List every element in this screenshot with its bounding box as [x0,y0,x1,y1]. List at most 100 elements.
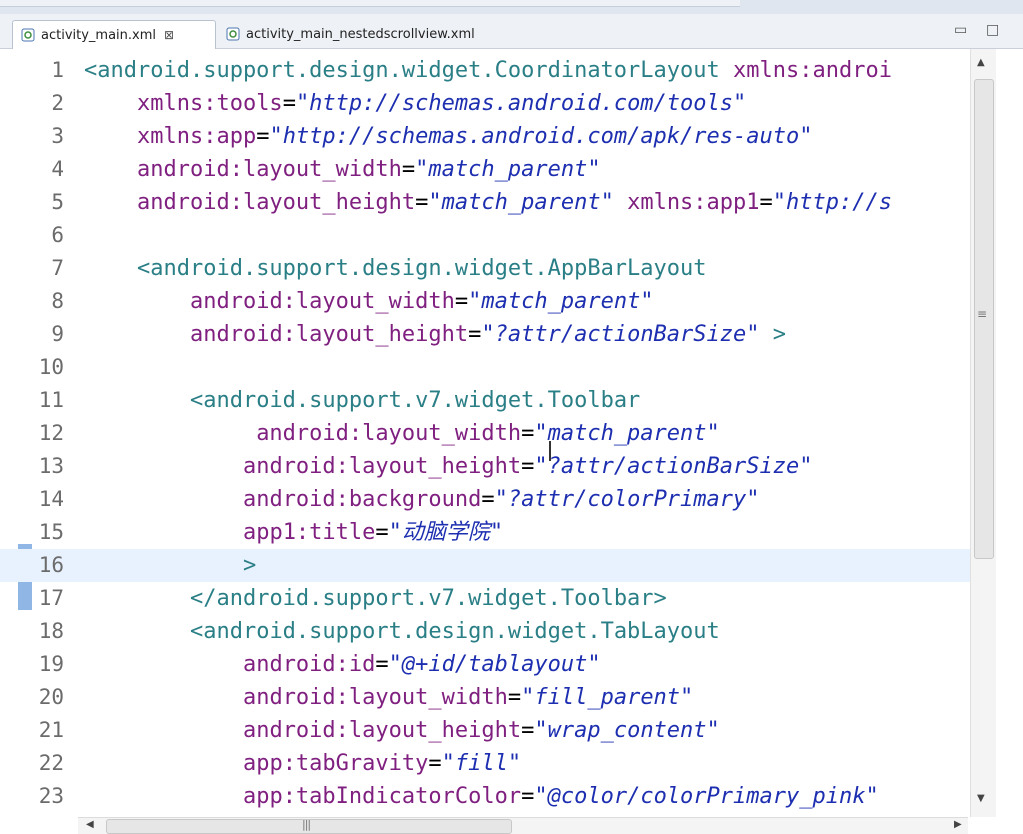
line-number: 7 [51,256,64,280]
xml-value: "@color/colorPrimary_pink" [534,784,879,809]
line-number: 16 [38,553,64,577]
xml-punctuation: = [507,685,522,710]
xml-punctuation: = [428,751,442,776]
xml-punctuation: = [401,157,416,182]
code-line[interactable]: 6 [0,219,970,252]
xml-attribute: android:background [242,487,482,512]
xml-punctuation: = [521,718,535,743]
code-line[interactable]: 16 > [0,549,970,582]
line-number: 11 [38,388,64,412]
code-line[interactable]: 12 android:layout_width="match_parent" [0,417,970,450]
vertical-scrollbar[interactable]: ▲ ≡ ▼ [970,49,996,817]
xml-value: "fill_parent" [521,685,694,710]
line-number: 15 [38,520,64,544]
code-line[interactable]: 10 [0,351,970,384]
close-tab-icon[interactable]: ⊠ [164,28,174,42]
code-text: android:layout_height="wrap_content" [84,714,720,747]
code-line[interactable]: 9 android:layout_height="?attr/actionBar… [0,318,970,351]
code-text: android:layout_width="match_parent" [84,417,720,450]
scroll-down-icon[interactable]: ▼ [977,793,985,804]
scroll-grip-icon: ≡ [977,307,988,321]
code-line[interactable]: 14 android:background="?attr/colorPrimar… [0,483,970,516]
line-number: 12 [38,421,64,445]
xml-value: "fill" [441,751,522,776]
xml-punctuation [614,190,627,215]
line-number: 1 [51,58,64,82]
code-line[interactable]: 11 <android.support.v7.widget.Toolbar [0,384,970,417]
xml-punctuation: = [454,289,469,314]
code-line[interactable]: 17 </android.support.v7.widget.Toolbar> [0,582,970,615]
xml-value: "match_parent" [428,190,614,215]
code-line[interactable]: 7 <android.support.design.widget.AppBarL… [0,252,970,285]
line-number: 2 [51,91,64,115]
xml-attribute: android:layout_height [242,718,522,743]
line-number: 6 [51,223,64,247]
code-line[interactable]: 3 xmlns:app="http://schemas.android.com/… [0,120,970,153]
code-line[interactable]: 1 <android.support.design.widget.Coordina… [0,54,970,87]
xml-value: "动脑学院" [388,520,504,545]
tab-activity-main[interactable]: activity_main.xml ⊠ [12,20,216,49]
code-line[interactable]: 8 android:layout_width="match_parent" [0,285,970,318]
code-line[interactable]: 15 app1:title="动脑学院" [0,516,970,549]
line-number: 18 [38,619,64,643]
tab-label: activity_main_nestedscrollview.xml [246,26,475,42]
xml-punctuation: = [282,91,296,116]
xml-attribute: android:id [242,652,376,677]
xml-punctuation: = [521,421,535,446]
code-text: xmlns:app="http://schemas.android.com/ap… [84,120,813,153]
xml-attribute: android:layout_width [242,685,508,710]
xml-punctuation: = [521,454,535,479]
scroll-left-icon[interactable]: ◀ [86,819,94,830]
code-text: <android.support.v7.widget.Toolbar [84,384,640,417]
horizontal-scrollbar[interactable]: ◀ ||| ▶ [78,817,968,834]
line-number: 4 [51,157,64,181]
code-line[interactable]: 21 android:layout_height="wrap_content" [0,714,970,747]
xml-attribute: app1:title [242,520,376,545]
xml-attribute: xmlns:androi [733,58,892,83]
code-text: <android.support.design.widget.AppBarLay… [84,252,707,285]
xml-tag: > [242,553,257,578]
tab-activity-main-nestedscrollview[interactable]: activity_main_nestedscrollview.xml [218,20,538,48]
code-line[interactable]: 20 android:layout_width="fill_parent" [0,681,970,714]
code-line[interactable]: 2 xmlns:tools="http://schemas.android.co… [0,87,970,120]
xml-punctuation: = [375,652,389,677]
minimize-icon[interactable]: ▭ [954,22,967,38]
line-number: 3 [51,124,64,148]
xml-attribute: app:tabIndicatorColor [242,784,522,809]
scroll-up-icon[interactable]: ▲ [977,57,985,68]
code-line[interactable]: 22 app:tabGravity="fill" [0,747,970,780]
code-text: android:background="?attr/colorPrimary" [84,483,760,516]
title-strip [0,0,1023,14]
xml-tag: <android.support.v7.widget.Toolbar [189,388,641,413]
xml-value: "@+id/tablayout" [388,652,601,677]
scroll-right-icon[interactable]: ▶ [954,819,962,830]
xml-punctuation: = [256,124,270,149]
maximize-icon[interactable]: □ [986,22,999,38]
code-line[interactable]: 18 <android.support.design.widget.TabLay… [0,615,970,648]
code-line[interactable]: 23 app:tabIndicatorColor="@color/colorPr… [0,780,970,813]
xml-attribute: xmlns:app [136,124,257,149]
code-line[interactable]: 4 android:layout_width="match_parent" [0,153,970,186]
xml-editor[interactable]: 1 <android.support.design.widget.Coordina… [0,49,1023,817]
xml-punctuation: = [759,190,773,215]
code-line[interactable]: 5 android:layout_height="match_parent" x… [0,186,970,219]
xml-value: "?attr/colorPrimary" [494,487,760,512]
code-line[interactable]: 19 android:id="@+id/tablayout" [0,648,970,681]
xml-tag: <android.support.design.widget.AppBarLay… [136,256,707,281]
xml-attribute: android:layout_width [136,157,402,182]
code-text: android:id="@+id/tablayout" [84,648,601,681]
code-line[interactable]: 13 android:layout_height="?attr/actionBa… [0,450,970,483]
